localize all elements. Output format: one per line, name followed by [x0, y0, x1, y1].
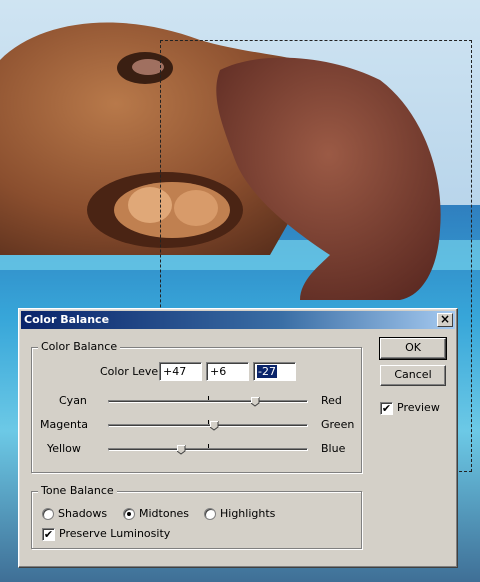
- slider-thumb[interactable]: [177, 445, 186, 455]
- slider-label-green: Green: [321, 418, 355, 431]
- preserve-luminosity-label: Preserve Luminosity: [59, 527, 171, 540]
- preview-label: Preview: [397, 401, 440, 414]
- close-button[interactable]: ×: [437, 313, 453, 327]
- level-yellow-blue-field[interactable]: -27: [253, 362, 296, 381]
- check-icon: ✔: [381, 402, 392, 415]
- slider-label-cyan: Cyan: [59, 394, 87, 407]
- ok-button[interactable]: OK: [379, 337, 447, 360]
- slider-thumb[interactable]: [250, 397, 260, 407]
- color-balance-group: Color Balance Color Levels: +47 +6 -27 C…: [31, 340, 362, 473]
- slider-label-magenta: Magenta: [40, 418, 89, 431]
- slider-label-blue: Blue: [321, 442, 346, 455]
- color-balance-dialog: Color Balance × Color Balance Color Leve…: [18, 308, 458, 568]
- radio-midtones[interactable]: [123, 508, 135, 520]
- slider-thumb[interactable]: [209, 421, 219, 431]
- preserve-luminosity-checkbox[interactable]: ✔: [42, 528, 55, 541]
- magenta-green-slider[interactable]: [108, 420, 308, 431]
- slider-label-red: Red: [321, 394, 342, 407]
- close-icon: ×: [439, 312, 451, 326]
- check-icon: ✔: [43, 528, 54, 541]
- level-magenta-green-field[interactable]: +6: [206, 362, 249, 381]
- cancel-button[interactable]: Cancel: [380, 365, 446, 386]
- dialog-title: Color Balance: [24, 313, 110, 326]
- radio-shadows[interactable]: [42, 508, 54, 520]
- dialog-titlebar[interactable]: Color Balance ×: [21, 311, 455, 329]
- color-balance-group-title: Color Balance: [38, 340, 121, 353]
- radio-label-shadows: Shadows: [58, 507, 108, 520]
- radio-selected-dot: [127, 512, 131, 516]
- tone-balance-group: Tone Balance Shadows Midtones Highlights…: [31, 484, 362, 549]
- preview-checkbox[interactable]: ✔: [380, 402, 393, 415]
- slider-label-yellow: Yellow: [47, 442, 81, 455]
- radio-label-highlights: Highlights: [220, 507, 276, 520]
- radio-label-midtones: Midtones: [139, 507, 190, 520]
- radio-highlights[interactable]: [204, 508, 216, 520]
- tone-balance-group-title: Tone Balance: [38, 484, 117, 497]
- level-cyan-red-field[interactable]: +47: [159, 362, 202, 381]
- cyan-red-slider[interactable]: [108, 396, 308, 407]
- yellow-blue-slider[interactable]: [108, 444, 308, 455]
